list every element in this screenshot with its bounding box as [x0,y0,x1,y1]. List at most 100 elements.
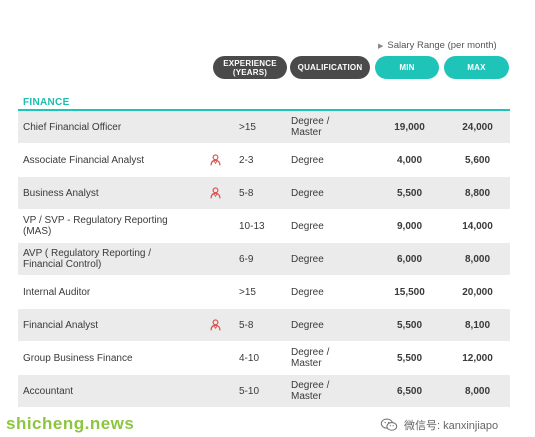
table-row: Group Business Finance 4-10 Degree / Mas… [18,342,510,375]
qualification-line1: Degree / [291,347,330,358]
icon-cell [208,276,222,308]
job-title-line1: Accountant [23,385,74,397]
job-title-line1: VP / SVP - Regulatory Reporting [23,215,168,226]
min-salary-cell: 5,500 [396,319,423,331]
icon-cell [208,210,222,242]
experience-column-header: EXPERIENCE (YEARS) [213,56,287,79]
job-title-cell: VP / SVP - Regulatory Reporting (MAS) [23,210,208,242]
min-salary-cell: 15,500 [394,286,425,298]
icon-cell [208,177,222,209]
min-salary-cell: 19,000 [394,121,425,133]
experience-label-line2: (YEARS) [232,67,268,77]
experience-cell: >15 [239,121,256,133]
experience-label-line1: EXPERIENCE [223,58,277,68]
icon-cell [208,243,222,275]
min-salary-cell: 5,500 [396,352,423,364]
salary-range-label: Salary Range (per month) [387,40,497,51]
table-row: Accountant 5-10 Degree / Master 6,500 8,… [18,375,510,408]
min-salary-cell: 6,000 [396,253,423,265]
job-title-cell: Accountant [23,375,208,407]
job-title-line2: Financial Control) [23,259,102,270]
max-salary-cell: 8,000 [464,385,491,397]
min-label: MIN [399,63,415,72]
max-label: MAX [467,63,486,72]
qualification-label: QUALIFICATION [297,63,363,72]
qualification-cell: Degree [291,144,361,176]
max-column-header: MAX [444,56,509,79]
qualification-cell: Degree / Master [291,342,361,374]
job-title-line1: Business Analyst [23,187,99,199]
table-row: Financial Analyst 5-8 Degree 5,500 8,100 [18,309,510,342]
watermark-site: shicheng.news [6,414,135,433]
min-salary-cell: 5,500 [396,187,423,199]
experience-cell: 10-13 [239,220,265,232]
job-title-line1: Financial Analyst [23,319,99,331]
qualification-line2: Master [291,358,322,369]
qualification-line2: Master [291,127,322,138]
wechat-icon [380,418,398,431]
job-title-line1: AVP ( Regulatory Reporting / [23,248,152,259]
job-title-cell: Chief Financial Officer [23,111,208,143]
icon-cell [208,309,222,341]
qualification-cell: Degree [291,309,361,341]
icon-cell [208,111,222,143]
qualification-line1: Degree / [291,116,330,127]
salary-range-caption: ▶ Salary Range (per month) [378,40,497,51]
qualification-line1: Degree / [291,380,330,391]
job-title-cell: AVP ( Regulatory Reporting / Financial C… [23,243,208,275]
max-salary-cell: 12,000 [462,352,493,364]
job-title-cell: Group Business Finance [23,342,208,374]
qualification-cell: Degree / Master [291,375,361,407]
job-title-line1: Internal Auditor [23,286,91,298]
qualification-cell: Degree / Master [291,111,361,143]
person-icon [210,319,220,331]
job-title-line2: (MAS) [23,226,52,237]
experience-cell: >15 [239,286,256,298]
job-title-cell: Financial Analyst [23,309,208,341]
qualification-line1: Degree [291,187,324,199]
max-salary-cell: 5,600 [464,154,491,166]
job-title-line1: Group Business Finance [23,352,133,364]
min-salary-cell: 9,000 [396,220,423,232]
icon-cell [208,375,222,407]
qualification-cell: Degree [291,210,361,242]
max-salary-cell: 8,100 [464,319,491,331]
table-row: Associate Financial Analyst 2-3 Degree 4… [18,144,510,177]
qualification-cell: Degree [291,177,361,209]
table-row: VP / SVP - Regulatory Reporting (MAS) 10… [18,210,510,243]
icon-cell [208,144,222,176]
qualification-line2: Master [291,391,322,402]
table-row: Internal Auditor >15 Degree 15,500 20,00… [18,276,510,309]
job-title-cell: Associate Financial Analyst [23,144,208,176]
qualification-line1: Degree [291,286,324,298]
job-title-cell: Internal Auditor [23,276,208,308]
watermark-wechat: 微信号: kanxinjiapo [380,417,498,433]
qualification-cell: Degree [291,276,361,308]
experience-cell: 5-8 [239,319,254,331]
qualification-cell: Degree [291,243,361,275]
min-column-header: MIN [375,56,439,79]
max-salary-cell: 8,800 [464,187,491,199]
watermark-wechat-label: 微信号: kanxinjiapo [404,420,499,432]
experience-cell: 4-10 [239,352,260,364]
min-salary-cell: 4,000 [396,154,423,166]
experience-cell: 6-9 [239,253,254,265]
qualification-column-header: QUALIFICATION [290,56,370,79]
person-icon [210,154,220,166]
max-salary-cell: 20,000 [462,286,493,298]
max-salary-cell: 24,000 [462,121,493,133]
person-icon [210,187,220,199]
qualification-line1: Degree [291,220,324,232]
icon-cell [208,342,222,374]
table-row: AVP ( Regulatory Reporting / Financial C… [18,243,510,276]
qualification-line1: Degree [291,319,324,331]
section-title: FINANCE [23,97,70,108]
experience-cell: 5-10 [239,385,260,397]
qualification-line1: Degree [291,154,324,166]
job-title-line1: Chief Financial Officer [23,121,122,133]
qualification-line1: Degree [291,253,324,265]
experience-cell: 2-3 [239,154,254,166]
triangle-right-icon: ▶ [378,43,384,50]
job-title-cell: Business Analyst [23,177,208,209]
table-row: Business Analyst 5-8 Degree 5,500 8,800 [18,177,510,210]
